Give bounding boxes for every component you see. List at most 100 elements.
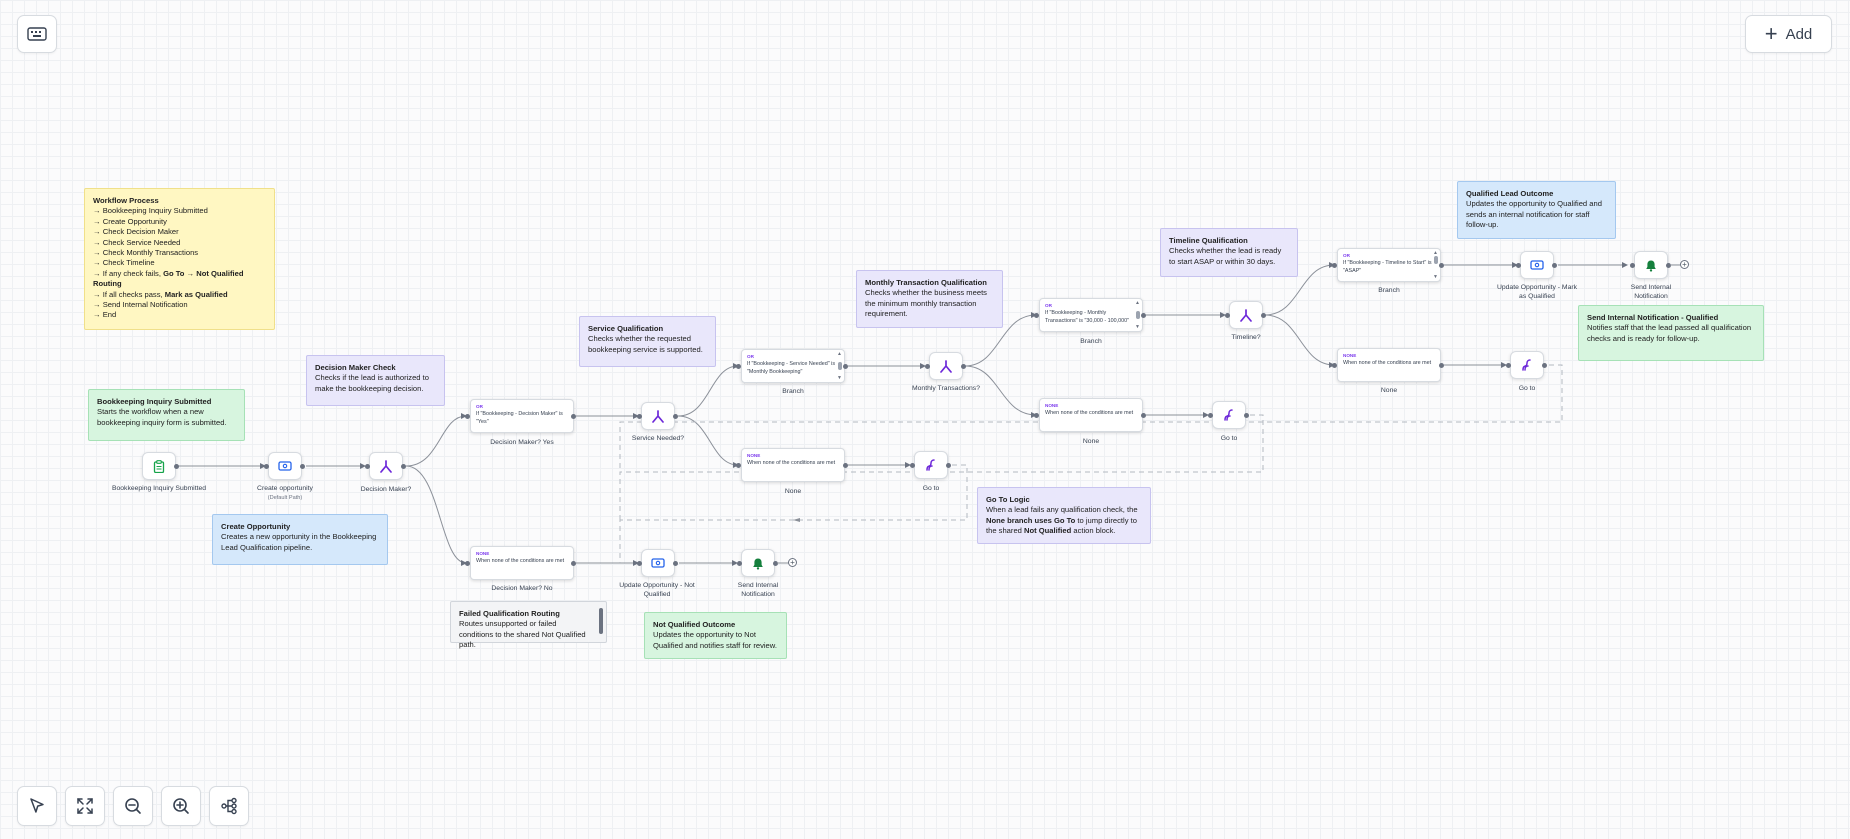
trigger-label: Bookkeeping Inquiry Submitted (111, 485, 207, 492)
note-title: Decision Maker Check (315, 363, 396, 372)
goto-icon (926, 459, 935, 471)
note-line: → Check Timeline (93, 258, 155, 268)
note-go-to-logic[interactable]: Go To Logic When a lead fails any qualif… (977, 487, 1151, 544)
dm-no-label: Decision Maker? No (491, 585, 553, 592)
branch-label: Branch (1378, 287, 1400, 294)
branch-tag: NONE (1045, 403, 1059, 408)
branch-tag: OR (476, 404, 483, 409)
note-title: Bookkeeping Inquiry Submitted (97, 397, 212, 406)
branch-condition: When none of the conditions are met (1343, 360, 1432, 366)
branch-card-service[interactable]: OR If "Bookkeeping - Service Needed" is … (741, 349, 845, 383)
note-body: Notifies staff that the lead passed all … (1587, 323, 1752, 343)
update-opportunity-qualified-node[interactable] (1520, 251, 1554, 279)
monthly-transactions-label: Monthly Transactions? (911, 385, 980, 392)
branch-condition: If "Bookkeeping - Timeline to Start" is … (1343, 260, 1432, 274)
goto-node[interactable] (1212, 401, 1246, 429)
note-line: → Check Service Needed (93, 237, 181, 247)
note-decision-maker-check[interactable]: Decision Maker Check Checks if the lead … (306, 355, 445, 406)
create-opportunity-node[interactable] (268, 452, 302, 480)
card-scrollbar[interactable]: ▲ ▼ (837, 352, 842, 381)
add-step-button[interactable]: + (1680, 260, 1689, 269)
auto-layout-button[interactable] (209, 786, 249, 826)
goto-label: Go to (922, 485, 940, 492)
note-title: Service Qualification (588, 324, 664, 333)
none-card-service[interactable]: NONE When none of the conditions are met (741, 448, 845, 482)
note-create-opportunity[interactable]: Create Opportunity Creates a new opportu… (212, 514, 388, 565)
note-inquiry-submitted[interactable]: Bookkeeping Inquiry Submitted Starts the… (88, 389, 245, 441)
none-label: None (784, 488, 802, 495)
branch-card-dm-no[interactable]: NONE When none of the conditions are met (470, 546, 574, 580)
branch-condition: When none of the conditions are met (1045, 410, 1134, 416)
note-body: Creates a new opportunity in the Bookkee… (221, 532, 377, 552)
zoom-in-button[interactable] (161, 786, 201, 826)
card-scrollbar[interactable]: ▲ ▼ (1135, 301, 1140, 330)
goto-node[interactable] (914, 451, 948, 479)
note-line: → Bookkeeping Inquiry Submitted (93, 206, 208, 216)
select-tool-button[interactable] (17, 786, 57, 826)
note-title: Send Internal Notification - Qualified (1587, 313, 1719, 322)
branch-condition: When none of the conditions are met (476, 558, 565, 564)
branch-card-timeline[interactable]: OR If "Bookkeeping - Timeline to Start" … (1337, 248, 1441, 282)
note-line: → If any check fails, Go To → Not Qualif… (93, 268, 244, 289)
update-opportunity-not-qualified-node[interactable] (641, 549, 675, 577)
card-scrollbar[interactable]: ▲ ▼ (1433, 251, 1438, 280)
opportunity-icon (278, 461, 292, 471)
note-body: Checks if the lead is authorized to make… (315, 373, 429, 393)
keyboard-shortcuts-button[interactable] (17, 15, 57, 53)
note-body: Routes unsupported or failed conditions … (459, 619, 586, 650)
decision-maker-label: Decision Maker? (360, 486, 412, 493)
branch-card-dm-yes[interactable]: OR If "Bookkeeping - Decision Maker" is … (470, 399, 574, 433)
note-failed-qualification-routing[interactable]: Failed Qualification Routing Routes unsu… (450, 601, 607, 649)
service-needed-node[interactable] (641, 402, 675, 430)
goto-node[interactable] (1510, 351, 1544, 379)
send-notification-qualified-node[interactable] (1634, 251, 1668, 279)
goto-label: Go to (1518, 385, 1536, 392)
clipboard-icon (153, 459, 165, 473)
add-button[interactable]: + Add (1745, 15, 1832, 53)
fit-view-button[interactable] (65, 786, 105, 826)
pointer-icon (30, 798, 44, 813)
note-workflow-process[interactable]: Workflow Process → Bookkeeping Inquiry S… (84, 188, 275, 330)
add-step-button[interactable]: + (788, 558, 797, 567)
zoom-out-button[interactable] (113, 786, 153, 826)
branch-card-monthly[interactable]: OR If "Bookkeeping - Monthly Transaction… (1039, 298, 1143, 332)
note-title: Not Qualified Outcome (653, 620, 736, 629)
note-qualified-lead-outcome[interactable]: Qualified Lead Outcome Updates the oppor… (1457, 181, 1616, 239)
goto-icon (1522, 359, 1531, 371)
none-card-timeline[interactable]: NONE When none of the conditions are met (1337, 348, 1441, 382)
fit-view-icon (77, 798, 93, 814)
branch-tag: NONE (476, 551, 490, 556)
trigger-node[interactable] (142, 452, 176, 480)
branch-tag: NONE (1343, 353, 1357, 358)
keyboard-icon (27, 27, 47, 41)
goto-label: Go to (1220, 435, 1238, 442)
none-label: None (1082, 438, 1100, 445)
note-title: Qualified Lead Outcome (1466, 189, 1554, 198)
note-body: Checks whether the requested bookkeeping… (588, 334, 703, 354)
send-notification-not-qualified-node[interactable] (741, 549, 775, 577)
note-service-qualification[interactable]: Service Qualification Checks whether the… (579, 316, 716, 367)
bell-icon (1646, 260, 1656, 272)
note-send-notification-qualified[interactable]: Send Internal Notification - Qualified N… (1578, 305, 1764, 361)
note-body: Updates the opportunity to Not Qualified… (653, 630, 777, 650)
timeline-node[interactable] (1229, 301, 1263, 329)
note-title: Failed Qualification Routing (459, 609, 560, 618)
workflow-connectors (177, 262, 1628, 566)
opportunity-icon (1530, 260, 1544, 270)
note-timeline-qualification[interactable]: Timeline Qualification Checks whether th… (1160, 228, 1298, 277)
branch-condition: If "Bookkeeping - Decision Maker" is "Ye… (476, 411, 563, 425)
note-not-qualified-outcome[interactable]: Not Qualified Outcome Updates the opport… (644, 612, 787, 659)
note-scrollbar[interactable] (599, 608, 603, 634)
zoom-in-icon (173, 798, 189, 814)
note-line: → Check Monthly Transactions (93, 248, 199, 258)
monthly-transactions-node[interactable] (929, 352, 963, 380)
send-notification-qualified-label: Send Internal Notification (1630, 284, 1672, 300)
decision-maker-node[interactable] (369, 452, 403, 480)
note-monthly-transaction-qualification[interactable]: Monthly Transaction Qualification Checks… (856, 270, 1003, 328)
branch-condition: If "Bookkeeping - Service Needed" is "Mo… (747, 361, 836, 375)
branch-icon (940, 359, 952, 373)
branch-tag: OR (1045, 303, 1052, 308)
note-title: Create Opportunity (221, 522, 291, 531)
none-card-monthly[interactable]: NONE When none of the conditions are met (1039, 398, 1143, 432)
branch-icon (1240, 308, 1252, 322)
